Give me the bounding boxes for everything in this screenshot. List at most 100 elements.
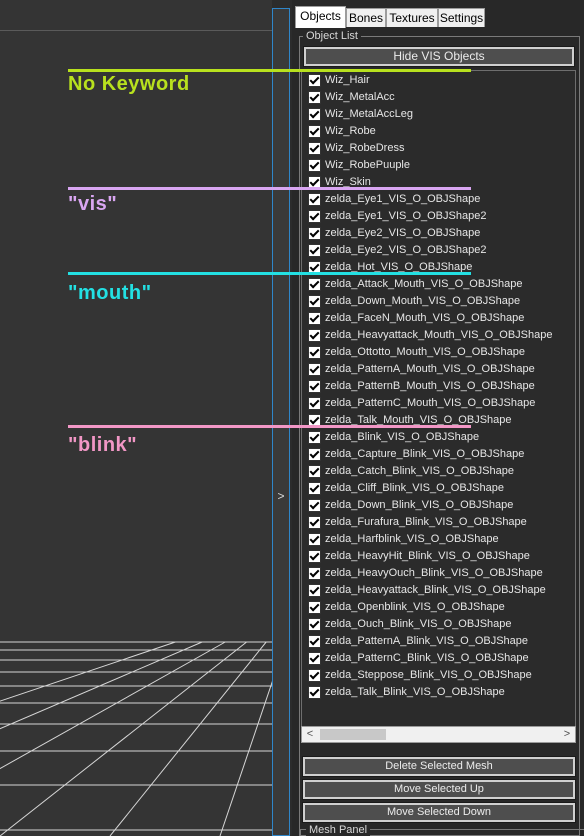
list-item[interactable]: Wiz_Hair [308, 72, 570, 89]
list-item[interactable]: zelda_HeavyOuch_Blink_VIS_O_OBJShape [308, 565, 570, 582]
visibility-checkbox[interactable] [308, 669, 321, 682]
list-item[interactable]: zelda_Eye2_VIS_O_OBJShape [308, 225, 570, 242]
list-item[interactable]: zelda_Down_Blink_VIS_O_OBJShape [308, 497, 570, 514]
list-item[interactable]: zelda_PatternB_Mouth_VIS_O_OBJShape [308, 378, 570, 395]
visibility-checkbox[interactable] [308, 108, 321, 121]
tab-bones[interactable]: Bones [346, 8, 386, 27]
list-item-label: Wiz_RobeDress [325, 142, 405, 154]
object-list[interactable]: Wiz_Hair Wiz_MetalAcc Wiz_MetalAccLeg Wiz_R… [301, 70, 576, 742]
list-item-label: Wiz_Hair [325, 74, 370, 86]
list-item[interactable]: zelda_Attack_Mouth_VIS_O_OBJShape [308, 276, 570, 293]
delete-selected-mesh-button[interactable]: Delete Selected Mesh [302, 756, 576, 777]
visibility-checkbox[interactable] [308, 210, 321, 223]
list-item[interactable]: zelda_Down_Mouth_VIS_O_OBJShape [308, 293, 570, 310]
list-item[interactable]: zelda_Eye2_VIS_O_OBJShape2 [308, 242, 570, 259]
visibility-checkbox[interactable] [308, 312, 321, 325]
visibility-checkbox[interactable] [308, 584, 321, 597]
visibility-checkbox[interactable] [308, 550, 321, 563]
move-selected-up-button[interactable]: Move Selected Up [302, 779, 576, 800]
list-item-label: zelda_Down_Blink_VIS_O_OBJShape [325, 499, 514, 511]
tab-objects[interactable]: Objects [295, 6, 346, 28]
list-item[interactable]: zelda_Heavyattack_Mouth_VIS_O_OBJShape [308, 327, 570, 344]
list-item[interactable]: zelda_Cliff_Blink_VIS_O_OBJShape [308, 480, 570, 497]
visibility-checkbox[interactable] [308, 125, 321, 138]
list-item[interactable]: Wiz_RobePuuple [308, 157, 570, 174]
annotation-line-vis [68, 187, 272, 190]
list-item[interactable]: Wiz_RobeDress [308, 140, 570, 157]
list-item[interactable]: zelda_Steppose_Blink_VIS_O_OBJShape [308, 667, 570, 684]
visibility-checkbox[interactable] [308, 618, 321, 631]
3d-viewport[interactable]: No Keyword "vis" "mouth" "blink" [0, 0, 272, 836]
list-item[interactable]: Wiz_MetalAcc [308, 89, 570, 106]
visibility-checkbox[interactable] [308, 380, 321, 393]
list-item[interactable]: zelda_Talk_Blink_VIS_O_OBJShape [308, 684, 570, 701]
expand-arrow-icon[interactable]: > [273, 489, 289, 503]
visibility-checkbox[interactable] [308, 516, 321, 529]
list-item[interactable]: zelda_Ottotto_Mouth_VIS_O_OBJShape [308, 344, 570, 361]
visibility-checkbox[interactable] [308, 499, 321, 512]
visibility-checkbox[interactable] [308, 295, 321, 308]
visibility-checkbox[interactable] [308, 533, 321, 546]
list-item-label: zelda_Heavyattack_Blink_VIS_O_OBJShape [325, 584, 546, 596]
visibility-checkbox[interactable] [308, 227, 321, 240]
list-item[interactable]: zelda_PatternC_Blink_VIS_O_OBJShape [308, 650, 570, 667]
list-item[interactable]: zelda_Harfblink_VIS_O_OBJShape [308, 531, 570, 548]
list-item-label: zelda_Talk_Blink_VIS_O_OBJShape [325, 686, 505, 698]
list-item[interactable]: zelda_Openblink_VIS_O_OBJShape [308, 599, 570, 616]
list-item[interactable]: zelda_Eye1_VIS_O_OBJShape [308, 191, 570, 208]
tab-settings[interactable]: Settings [438, 8, 485, 27]
list-item[interactable]: zelda_PatternC_Mouth_VIS_O_OBJShape [308, 395, 570, 412]
list-item[interactable]: Wiz_MetalAccLeg [308, 106, 570, 123]
scroll-right-icon[interactable]: > [559, 727, 575, 742]
hide-vis-objects-button[interactable]: Hide VIS Objects [303, 46, 575, 67]
visibility-checkbox[interactable] [308, 142, 321, 155]
list-item[interactable]: zelda_Capture_Blink_VIS_O_OBJShape [308, 446, 570, 463]
visibility-checkbox[interactable] [308, 363, 321, 376]
scroll-left-icon[interactable]: < [302, 727, 318, 742]
visibility-checkbox[interactable] [308, 465, 321, 478]
list-item[interactable]: zelda_Blink_VIS_O_OBJShape [308, 429, 570, 446]
visibility-checkbox[interactable] [308, 652, 321, 665]
list-item-label: zelda_Eye2_VIS_O_OBJShape [325, 227, 481, 239]
scroll-thumb[interactable] [320, 729, 386, 740]
grid-line-depth [0, 641, 203, 730]
list-item[interactable]: Wiz_Robe [308, 123, 570, 140]
list-item[interactable]: zelda_PatternA_Mouth_VIS_O_OBJShape [308, 361, 570, 378]
horizontal-scrollbar[interactable]: < > [301, 726, 576, 743]
visibility-checkbox[interactable] [308, 567, 321, 580]
list-item[interactable]: zelda_Eye1_VIS_O_OBJShape2 [308, 208, 570, 225]
list-item-label: Wiz_MetalAccLeg [325, 108, 414, 120]
move-selected-down-button[interactable]: Move Selected Down [302, 802, 576, 823]
list-item-label: Wiz_Robe [325, 125, 376, 137]
visibility-checkbox[interactable] [308, 329, 321, 342]
grid-line-depth [0, 641, 247, 836]
list-item-label: zelda_Capture_Blink_VIS_O_OBJShape [325, 448, 525, 460]
visibility-checkbox[interactable] [308, 159, 321, 172]
visibility-checkbox[interactable] [308, 686, 321, 699]
visibility-checkbox[interactable] [308, 244, 321, 257]
panel-splitter[interactable]: > [272, 8, 290, 836]
list-item[interactable]: zelda_Heavyattack_Blink_VIS_O_OBJShape [308, 582, 570, 599]
annotation-line-blink-ext [272, 425, 471, 428]
visibility-checkbox[interactable] [308, 448, 321, 461]
visibility-checkbox[interactable] [308, 91, 321, 104]
tab-textures[interactable]: Textures [386, 8, 438, 27]
list-item[interactable]: zelda_Furafura_Blink_VIS_O_OBJShape [308, 514, 570, 531]
list-item[interactable]: zelda_HeavyHit_Blink_VIS_O_OBJShape [308, 548, 570, 565]
list-item-label: zelda_FaceN_Mouth_VIS_O_OBJShape [325, 312, 525, 324]
visibility-checkbox[interactable] [308, 74, 321, 87]
list-item-label: zelda_Eye2_VIS_O_OBJShape2 [325, 244, 487, 256]
list-item[interactable]: zelda_Ouch_Blink_VIS_O_OBJShape [308, 616, 570, 633]
visibility-checkbox[interactable] [308, 193, 321, 206]
list-item[interactable]: zelda_FaceN_Mouth_VIS_O_OBJShape [308, 310, 570, 327]
visibility-checkbox[interactable] [308, 397, 321, 410]
visibility-checkbox[interactable] [308, 601, 321, 614]
visibility-checkbox[interactable] [308, 482, 321, 495]
visibility-checkbox[interactable] [308, 346, 321, 359]
visibility-checkbox[interactable] [308, 431, 321, 444]
visibility-checkbox[interactable] [308, 635, 321, 648]
list-item[interactable]: zelda_PatternA_Blink_VIS_O_OBJShape [308, 633, 570, 650]
list-item[interactable]: zelda_Catch_Blink_VIS_O_OBJShape [308, 463, 570, 480]
visibility-checkbox[interactable] [308, 278, 321, 291]
list-item-label: zelda_Harfblink_VIS_O_OBJShape [325, 533, 499, 545]
